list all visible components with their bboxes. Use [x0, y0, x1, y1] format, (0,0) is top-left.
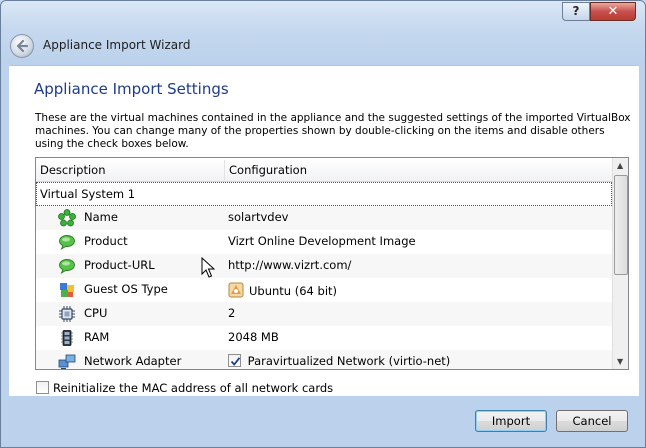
os-icon	[60, 283, 74, 297]
checkmark-icon	[230, 357, 241, 366]
tree-header: Description Configuration	[36, 158, 612, 182]
tree-scrollbar[interactable]: ▲ ▼	[612, 158, 628, 369]
ubuntu-icon	[228, 282, 244, 298]
table-row[interactable]: Name solartvdev	[36, 206, 612, 230]
table-row[interactable]: CPU 2	[36, 302, 612, 326]
scroll-down-arrow[interactable]: ▼	[617, 357, 623, 366]
table-row[interactable]: Guest OS Type Ubuntu (64 bit)	[36, 278, 612, 302]
scroll-up-arrow[interactable]: ▲	[617, 161, 623, 170]
help-button[interactable]: ?	[562, 2, 590, 21]
reinit-mac-checkbox[interactable]	[36, 381, 49, 394]
appliance-settings-tree[interactable]: Description Configuration Virtual System…	[35, 157, 629, 370]
speech-bubble-icon	[59, 259, 75, 275]
column-description[interactable]: Description	[40, 163, 106, 177]
page-description: These are the virtual machines contained…	[35, 112, 631, 150]
row-label: Product-URL	[84, 258, 155, 272]
group-label: Virtual System 1	[40, 187, 136, 201]
row-value: 2048 MB	[228, 330, 279, 344]
row-label: Network Adapter	[84, 354, 182, 368]
row-label: CPU	[84, 306, 108, 320]
mouse-cursor-icon	[201, 257, 215, 278]
network-adapter-value: Paravirtualized Network (virtio-net)	[247, 353, 451, 368]
row-value: Vizrt Online Development Image	[228, 234, 416, 248]
table-row[interactable]: Network Adapter Paravirtualized Network …	[36, 350, 612, 369]
wizard-window: ? ✕ Appliance Import Wizard Appliance Im…	[0, 0, 646, 448]
table-row[interactable]: RAM 2048 MB	[36, 326, 612, 350]
row-label: Product	[84, 234, 128, 248]
window-title: Appliance Import Wizard	[43, 38, 191, 52]
ram-icon	[61, 330, 73, 346]
row-value: http://www.vizrt.com/	[228, 258, 352, 272]
tree-group-virtual-system[interactable]: Virtual System 1	[36, 182, 612, 206]
row-value: 2	[228, 306, 236, 320]
column-configuration[interactable]: Configuration	[229, 163, 307, 177]
name-icon	[58, 209, 76, 227]
import-button[interactable]: Import	[475, 410, 547, 432]
reinit-mac-label: Reinitialize the MAC address of all netw…	[53, 380, 334, 395]
back-button[interactable]	[10, 34, 34, 58]
close-button[interactable]: ✕	[590, 2, 636, 21]
scroll-thumb[interactable]	[614, 175, 628, 275]
cancel-button[interactable]: Cancel	[556, 410, 628, 432]
speech-bubble-icon	[59, 235, 75, 251]
row-label: Guest OS Type	[84, 282, 168, 296]
reinit-mac-option[interactable]: Reinitialize the MAC address of all netw…	[36, 380, 333, 395]
cpu-icon	[59, 306, 75, 322]
wizard-page: Appliance Import Settings These are the …	[9, 65, 639, 396]
row-value: solartvdev	[228, 210, 289, 224]
table-row[interactable]: Product-URL http://www.vizrt.com/	[36, 254, 612, 278]
table-row[interactable]: Product Vizrt Online Development Image	[36, 230, 612, 254]
network-icon	[58, 354, 76, 369]
row-value: Ubuntu (64 bit)	[228, 282, 337, 298]
arrow-left-icon	[16, 39, 29, 53]
guest-os-value: Ubuntu (64 bit)	[249, 284, 338, 298]
row-label: Name	[84, 210, 118, 224]
network-adapter-checkbox[interactable]	[228, 354, 241, 367]
page-title: Appliance Import Settings	[34, 80, 229, 98]
row-value: Paravirtualized Network (virtio-net)	[228, 353, 450, 368]
row-label: RAM	[84, 330, 110, 344]
